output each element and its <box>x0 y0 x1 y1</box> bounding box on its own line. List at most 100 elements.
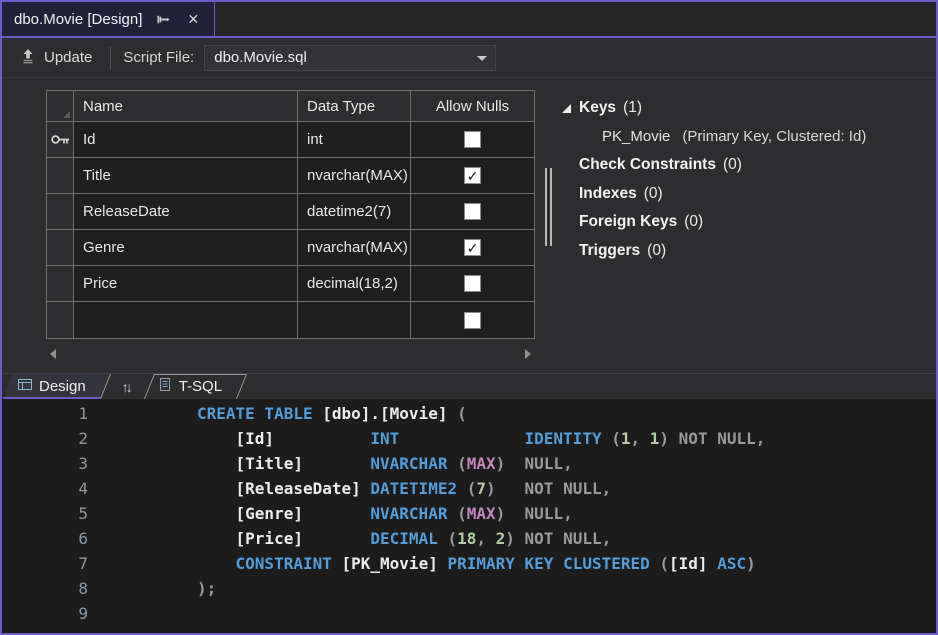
scroll-right-icon[interactable] <box>525 349 531 359</box>
row-selector[interactable] <box>47 194 74 230</box>
tab-tsql[interactable]: T-SQL <box>149 374 242 399</box>
tab-design[interactable]: Design <box>8 374 106 399</box>
script-file-value: dbo.Movie.sql <box>214 49 307 66</box>
update-label: Update <box>44 49 92 66</box>
row-selector[interactable] <box>47 230 74 266</box>
cell-name[interactable]: Genre <box>74 230 298 266</box>
update-button[interactable]: Update <box>14 45 98 71</box>
panel-item-count: (0) <box>684 213 703 231</box>
update-icon <box>20 48 36 68</box>
document-tab-bar: dbo.Movie [Design] ✕ <box>2 2 936 36</box>
cell-name[interactable]: Price <box>74 266 298 302</box>
panel-item-label: Indexes <box>579 185 637 203</box>
line-text: [Id] INT IDENTITY (1, 1) NOT NULL, <box>197 429 765 448</box>
close-icon[interactable]: ✕ <box>184 10 202 28</box>
panel-item-indexes[interactable]: Indexes(0) <box>562 180 934 209</box>
panel-item-label: Check Constraints <box>579 156 716 174</box>
key-name: PK_Movie <box>602 128 670 145</box>
code-line[interactable]: 5 [Genre] NVARCHAR (MAX) NULL, <box>2 504 936 529</box>
line-number: 9 <box>2 604 88 623</box>
allow-nulls-checkbox[interactable] <box>464 275 481 292</box>
scroll-left-icon[interactable] <box>50 349 56 359</box>
designer-toolbar: Update Script File: dbo.Movie.sql <box>2 38 936 78</box>
code-line[interactable]: 1CREATE TABLE [dbo].[Movie] ( <box>2 404 936 429</box>
allow-nulls-checkbox[interactable] <box>464 312 481 329</box>
allow-nulls-checkbox[interactable]: ✓ <box>464 167 481 184</box>
key-detail: (Primary Key, Clustered: Id) <box>682 128 866 145</box>
panel-item-count: (0) <box>647 242 666 260</box>
tsql-editor[interactable]: 1CREATE TABLE [dbo].[Movie] (2 [Id] INT … <box>2 399 936 633</box>
pin-icon[interactable] <box>154 10 172 28</box>
allow-nulls-checkbox[interactable] <box>464 131 481 148</box>
panel-item-label: Foreign Keys <box>579 213 677 231</box>
column-header-allownulls[interactable]: Allow Nulls <box>411 91 534 122</box>
cell-allownulls[interactable] <box>411 302 534 338</box>
tab-design-label: Design <box>39 378 86 395</box>
line-number: 4 <box>2 479 88 498</box>
line-number: 7 <box>2 554 88 573</box>
cell-name[interactable]: ReleaseDate <box>74 194 298 230</box>
table-properties-panel: Keys (1) PK_Movie (Primary Key, Clustered: … <box>562 94 934 265</box>
line-text: CONSTRAINT [PK_Movie] PRIMARY KEY CLUSTE… <box>197 554 756 573</box>
primary-key-icon <box>50 133 71 146</box>
row-selector[interactable] <box>47 122 74 158</box>
column-header-datatype[interactable]: Data Type <box>298 91 411 122</box>
line-number: 3 <box>2 454 88 473</box>
document-tab-dbo-movie[interactable]: dbo.Movie [Design] ✕ <box>2 2 215 36</box>
cell-allownulls[interactable] <box>411 194 534 230</box>
cell-name[interactable]: Id <box>74 122 298 158</box>
cell-datatype[interactable]: decimal(18,2) <box>298 266 411 302</box>
row-selector[interactable] <box>47 158 74 194</box>
cell-allownulls[interactable]: ✓ <box>411 158 534 194</box>
panel-item-count: (1) <box>623 99 642 117</box>
sql-script-icon <box>159 378 172 395</box>
panel-item-label: Keys <box>579 99 616 117</box>
code-line[interactable]: 4 [ReleaseDate] DATETIME2 (7) NOT NULL, <box>2 479 936 504</box>
select-all-corner[interactable] <box>47 91 74 122</box>
code-line[interactable]: 9 <box>2 604 936 629</box>
code-line[interactable]: 6 [Price] DECIMAL (18, 2) NOT NULL, <box>2 529 936 554</box>
code-line[interactable]: 7 CONSTRAINT [PK_Movie] PRIMARY KEY CLUS… <box>2 554 936 579</box>
code-line[interactable]: 8); <box>2 579 936 604</box>
grid-horizontal-scrollbar[interactable] <box>46 347 535 361</box>
panel-item-count: (0) <box>723 156 742 174</box>
cell-allownulls[interactable] <box>411 122 534 158</box>
tab-tsql-label: T-SQL <box>179 378 222 395</box>
code-line[interactable]: 3 [Title] NVARCHAR (MAX) NULL, <box>2 454 936 479</box>
panel-item-label: Triggers <box>579 242 640 260</box>
toolbar-separator <box>110 47 111 69</box>
swap-panes-icon[interactable]: ↑↓ <box>122 374 133 399</box>
cell-allownulls[interactable] <box>411 266 534 302</box>
select-all-icon <box>63 111 70 118</box>
expander-icon[interactable] <box>562 104 571 113</box>
table-designer-window: dbo.Movie [Design] ✕ Upd <box>0 0 938 635</box>
designer-pane-tabs: Design ↑↓ T-SQL <box>2 373 936 399</box>
allow-nulls-checkbox[interactable] <box>464 203 481 220</box>
cell-allownulls[interactable]: ✓ <box>411 230 534 266</box>
panel-item-foreign-keys[interactable]: Foreign Keys (0) <box>562 208 934 237</box>
row-selector[interactable] <box>47 302 74 338</box>
cell-datatype[interactable]: nvarchar(MAX) <box>298 230 411 266</box>
cell-datatype[interactable]: datetime2(7) <box>298 194 411 230</box>
line-number: 8 <box>2 579 88 598</box>
row-selector[interactable] <box>47 266 74 302</box>
line-number: 6 <box>2 529 88 548</box>
panel-item-keys[interactable]: Keys (1) <box>562 94 934 123</box>
code-line[interactable]: 2 [Id] INT IDENTITY (1, 1) NOT NULL, <box>2 429 936 454</box>
chevron-down-icon[interactable] <box>477 56 487 61</box>
script-file-combobox[interactable]: dbo.Movie.sql <box>204 45 496 71</box>
cell-name[interactable] <box>74 302 298 338</box>
cell-datatype[interactable]: int <box>298 122 411 158</box>
panel-child-item[interactable]: PK_Movie (Primary Key, Clustered: Id) <box>562 123 934 152</box>
panel-item-check-constraints[interactable]: Check Constraints (0) <box>562 151 934 180</box>
line-text: [Title] NVARCHAR (MAX) NULL, <box>197 454 573 473</box>
panel-item-triggers[interactable]: Triggers (0) <box>562 237 934 266</box>
cell-datatype[interactable]: nvarchar(MAX) <box>298 158 411 194</box>
pane-splitter[interactable] <box>545 168 552 246</box>
allow-nulls-checkbox[interactable]: ✓ <box>464 239 481 256</box>
cell-name[interactable]: Title <box>74 158 298 194</box>
cell-datatype[interactable] <box>298 302 411 338</box>
column-header-name[interactable]: Name <box>74 91 298 122</box>
document-tab-title: dbo.Movie [Design] <box>14 11 142 28</box>
line-text: [Price] DECIMAL (18, 2) NOT NULL, <box>197 529 611 548</box>
